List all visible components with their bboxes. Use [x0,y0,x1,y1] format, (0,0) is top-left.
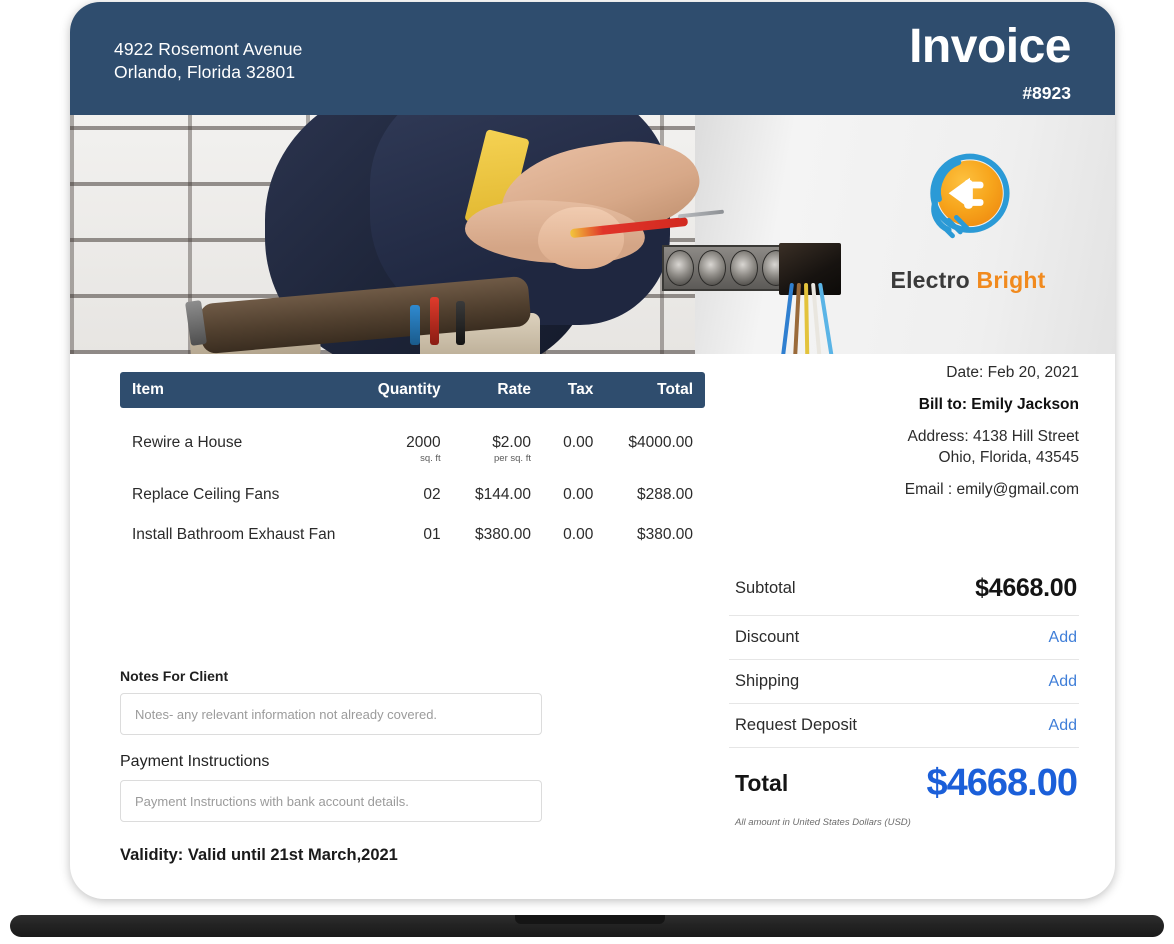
invoice-body: Item Quantity Rate Tax Total Rewire a Ho… [70,354,1115,899]
grand-total-label: Total [735,770,789,796]
cell-rate: $380.00 [474,526,531,543]
invoice-date: Date: Feb 20, 2021 [946,364,1079,381]
column-header-item: Item [120,372,354,408]
company-address-line2: Orlando, Florida 32801 [114,62,296,82]
cell-total: $4000.00 [628,434,693,451]
column-header-rate: Rate [452,372,543,408]
table-row[interactable]: Replace Ceiling Fans 02 $144.00 0.00 $28… [120,470,705,510]
notes-input[interactable] [120,693,542,735]
cell-rate-value: $2.00 [492,434,531,451]
invoice-header: 4922 Rosemont Avenue Orlando, Florida 32… [70,2,1115,115]
summary-section: Date: Feb 20, 2021 Bill to: Emily Jackso… [729,362,1079,828]
company-address: 4922 Rosemont Avenue Orlando, Florida 32… [114,38,302,84]
outlet-3 [730,250,758,286]
subtotal-value: $4668.00 [975,574,1077,602]
company-name-primary: Electro [890,267,970,293]
client-address-line1: Address: 4138 Hill Street [907,428,1079,445]
bill-to: Bill to: Emily Jackson [918,396,1079,413]
cell-total: $288.00 [636,486,693,503]
cell-quantity: 2000 sq. ft [354,408,453,470]
invoice-document: 4922 Rosemont Avenue Orlando, Florida 32… [70,2,1115,899]
column-header-quantity: Quantity [353,372,453,408]
tool-handle-c [410,305,420,345]
client-email: Email : emily@gmail.com [904,481,1079,498]
discount-label: Discount [735,628,800,646]
cell-quantity-unit: sq. ft [420,453,441,464]
subtotal-label: Subtotal [735,579,796,597]
tool-handle-b [456,301,465,345]
request-deposit-row: Request Deposit Add [729,704,1079,748]
client-address: Address: 4138 Hill Street Ohio, Florida,… [729,426,1079,468]
add-deposit-button[interactable]: Add [1049,717,1077,735]
currency-note: All amount in United States Dollars (USD… [735,817,911,828]
payment-instructions-input[interactable] [120,780,542,822]
outlet-strip [662,245,794,291]
company-logo: Electro Bright [873,143,1063,294]
cell-item: Install Bathroom Exhaust Fan [132,526,336,543]
tool-handle-a [430,297,439,345]
table-header-row: Item Quantity Rate Tax Total [120,372,705,408]
cell-total: $380.00 [636,526,693,543]
lightbulb-plug-icon [910,143,1026,259]
worker-hand [538,207,624,269]
totals-block: Subtotal $4668.00 Discount Add Shipping … [729,562,1079,828]
cell-quantity: 01 [423,526,441,543]
cell-tax: 0.00 [563,486,594,503]
device-base-notch [515,915,665,924]
column-header-total: Total [605,372,705,408]
subtotal-row: Subtotal $4668.00 [729,562,1079,616]
add-discount-button[interactable]: Add [1049,629,1077,647]
request-deposit-label: Request Deposit [735,716,857,734]
add-shipping-button[interactable]: Add [1049,673,1077,691]
column-header-tax: Tax [542,372,606,408]
table-row[interactable]: Install Bathroom Exhaust Fan 01 $380.00 … [120,510,705,550]
company-address-line1: 4922 Rosemont Avenue [114,39,303,59]
company-name-secondary: Bright [976,267,1046,293]
cell-quantity: 02 [423,486,441,503]
cell-item: Replace Ceiling Fans [132,486,280,503]
cell-quantity-value: 2000 [406,434,441,451]
client-address-line2: Ohio, Florida, 43545 [938,449,1079,466]
cell-tax: 0.00 [563,526,594,543]
hero-banner: Electro Bright [70,115,1115,354]
device-frame: 4922 Rosemont Avenue Orlando, Florida 32… [0,0,1174,944]
outlet-2 [698,250,726,286]
shipping-label: Shipping [735,672,800,690]
wire-bundle [770,282,848,354]
shipping-row: Shipping Add [729,660,1079,704]
invoice-number: #8923 [1022,83,1071,103]
line-items-section: Item Quantity Rate Tax Total Rewire a Ho… [120,372,705,865]
company-name: Electro Bright [873,267,1063,294]
table-row[interactable]: Rewire a House 2000 sq. ft $2.00 per sq.… [120,408,705,470]
cell-rate: $144.00 [474,486,531,503]
cell-rate-unit: per sq. ft [494,453,531,464]
grand-total-row: Total $4668.00 [729,748,1079,809]
payment-instructions-label: Payment Instructions [120,753,270,770]
notes-label: Notes For Client [120,668,229,684]
cell-tax: 0.00 [563,434,594,451]
grand-total-value: $4668.00 [926,762,1078,804]
outlet-1 [666,250,694,286]
line-items-table: Item Quantity Rate Tax Total Rewire a Ho… [120,372,705,550]
validity-text: Validity: Valid until 21st March,2021 [120,846,398,864]
wire-yellow [804,282,811,354]
notes-section: Notes For Client Payment Instructions Va… [120,668,705,865]
cell-item: Rewire a House [132,434,243,451]
page-title: Invoice [909,20,1071,73]
cell-rate: $2.00 per sq. ft [453,408,543,470]
discount-row: Discount Add [729,616,1079,660]
